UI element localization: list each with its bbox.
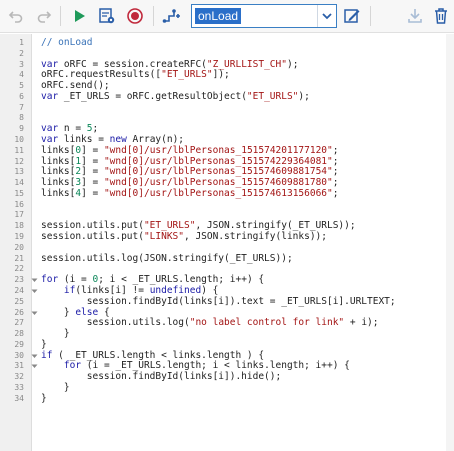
line-number: 10 (14, 135, 24, 145)
code-line[interactable]: 16 (0, 200, 454, 211)
editor-toolbar: onLoad (0, 0, 454, 33)
fold-toggle-icon[interactable] (31, 310, 38, 317)
line-number: 21 (14, 253, 24, 263)
line-number: 29 (14, 339, 24, 349)
code-text: session.utils.put("LINKS", JSON.stringif… (41, 231, 327, 243)
line-number: 22 (14, 264, 24, 274)
line-number: 3 (19, 59, 24, 69)
code-line[interactable]: 7 (0, 103, 454, 114)
code-text: } (41, 392, 47, 404)
code-line[interactable]: 34} (0, 392, 454, 405)
add-script-icon[interactable] (160, 5, 182, 27)
code-line[interactable]: 19 session.utils.put("LINKS", JSON.string… (0, 231, 454, 243)
delete-icon[interactable] (430, 5, 452, 27)
line-number: 20 (14, 242, 24, 252)
code-text: session.findById(links[i]).hide(); (41, 371, 282, 383)
line-number: 23 (14, 275, 24, 285)
code-text: session.utils.log("no label control for … (41, 317, 379, 329)
fold-toggle-icon[interactable] (31, 288, 38, 295)
line-number: 11 (14, 145, 24, 155)
line-number: 30 (14, 350, 24, 360)
line-number: 27 (14, 318, 24, 328)
line-number: 31 (14, 361, 24, 371)
download-icon[interactable] (404, 5, 426, 27)
code-line[interactable]: 1 // onLoad (0, 37, 454, 49)
chevron-down-icon[interactable] (317, 5, 336, 27)
event-select-value: onLoad (195, 8, 242, 24)
line-number: 24 (14, 285, 24, 295)
fold-toggle-icon[interactable] (31, 363, 38, 370)
code-editor[interactable]: 1// onLoad 2 3 var oRFC = session.createRFC… (0, 34, 454, 451)
code-text: // onLoad (41, 37, 93, 48)
code-line[interactable]: 33 } (0, 382, 454, 394)
line-number: 14 (14, 178, 24, 188)
code-line[interactable]: 29} (0, 339, 454, 351)
line-number: 4 (19, 70, 24, 80)
code-line[interactable]: 28 } (0, 328, 454, 340)
code-line[interactable]: 25 session.findById(links[i]).text = _ET… (0, 296, 454, 308)
line-number: 34 (14, 393, 24, 403)
edit-icon[interactable] (341, 5, 363, 27)
line-number: 13 (14, 167, 24, 177)
code-line[interactable]: 15 links[4] = "wnd[0]/usr/lblPersonas_151… (0, 187, 454, 200)
record-icon[interactable] (124, 5, 146, 27)
line-number: 1 (19, 38, 24, 47)
code-line[interactable]: 20 (0, 243, 454, 254)
fold-toggle-icon[interactable] (31, 353, 38, 360)
run-icon[interactable] (68, 5, 90, 27)
code-text: session.utils.log(JSON.stringify(_ET_URL… (41, 252, 293, 264)
line-number: 18 (14, 221, 24, 231)
line-number: 33 (14, 382, 24, 392)
undo-icon[interactable] (5, 5, 27, 27)
line-number: 8 (19, 113, 24, 123)
line-number: 25 (14, 296, 24, 306)
line-number: 28 (14, 329, 24, 339)
line-number: 15 (14, 188, 24, 198)
fold-toggle-icon[interactable] (31, 277, 38, 284)
line-number: 12 (14, 156, 24, 166)
line-number: 2 (19, 48, 24, 58)
settings-icon[interactable] (96, 5, 118, 27)
redo-icon[interactable] (33, 5, 55, 27)
line-number: 9 (19, 124, 24, 134)
line-number: 19 (14, 232, 24, 242)
line-number: 7 (19, 102, 24, 112)
line-number: 6 (19, 91, 24, 101)
code-text: links[4] = "wnd[0]/usr/lblPersonas_15157… (41, 187, 339, 199)
line-number: 17 (14, 210, 24, 220)
event-select[interactable]: onLoad (191, 4, 337, 28)
line-number: 16 (14, 199, 24, 209)
line-number: 32 (14, 372, 24, 382)
code-line[interactable]: 6 var _ET_URLS = oRFC.getResultObject("ET… (0, 90, 454, 103)
code-line[interactable]: 21 session.utils.log(JSON.stringify(_ET_U… (0, 252, 454, 265)
line-number: 5 (19, 81, 24, 91)
code-text: var _ET_URLS = oRFC.getResultObject("ET_… (41, 90, 310, 102)
line-number: 26 (14, 307, 24, 317)
